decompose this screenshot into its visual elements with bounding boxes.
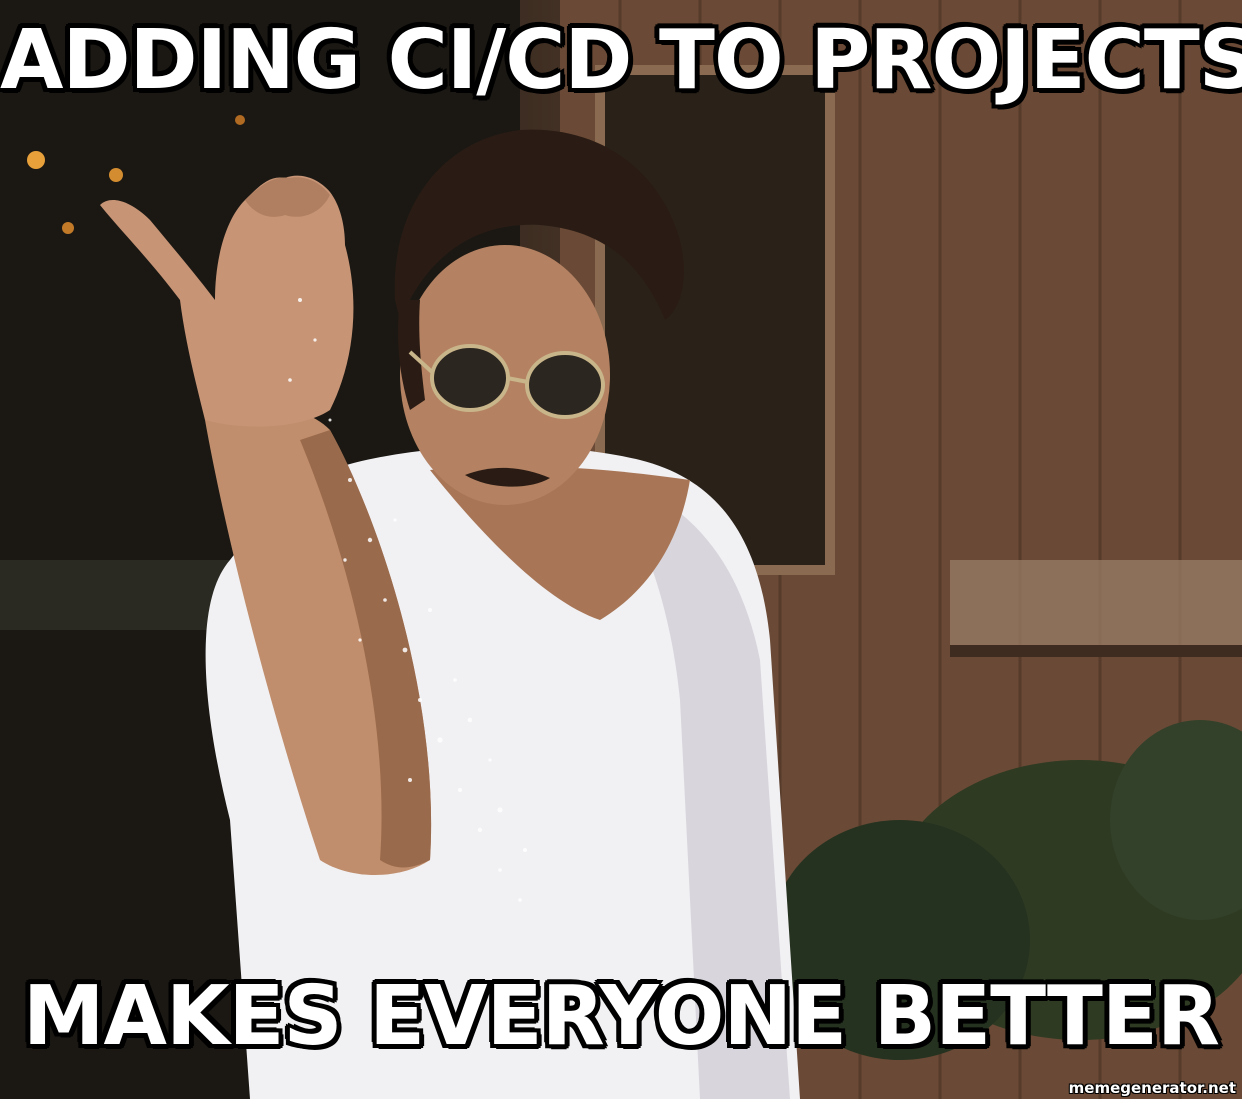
- photo-scene: [0, 0, 1242, 1099]
- meme-top-caption: ADDING CI/CD TO PROJECTS: [0, 13, 1242, 108]
- meme-image: ADDING CI/CD TO PROJECTS MAKES EVERYONE …: [0, 0, 1242, 1099]
- wall-ledge: [950, 560, 1242, 650]
- watermark-text: memegenerator.net: [1068, 1079, 1236, 1097]
- sunglasses-right-lens: [525, 351, 605, 419]
- sunglasses-left-lens: [430, 344, 510, 412]
- background-light: [109, 168, 123, 182]
- meme-bottom-caption: MAKES EVERYONE BETTER: [22, 969, 1220, 1064]
- wall-ledge-shadow: [950, 645, 1242, 657]
- background-light: [27, 151, 45, 169]
- background-light: [235, 115, 245, 125]
- background-light: [62, 222, 74, 234]
